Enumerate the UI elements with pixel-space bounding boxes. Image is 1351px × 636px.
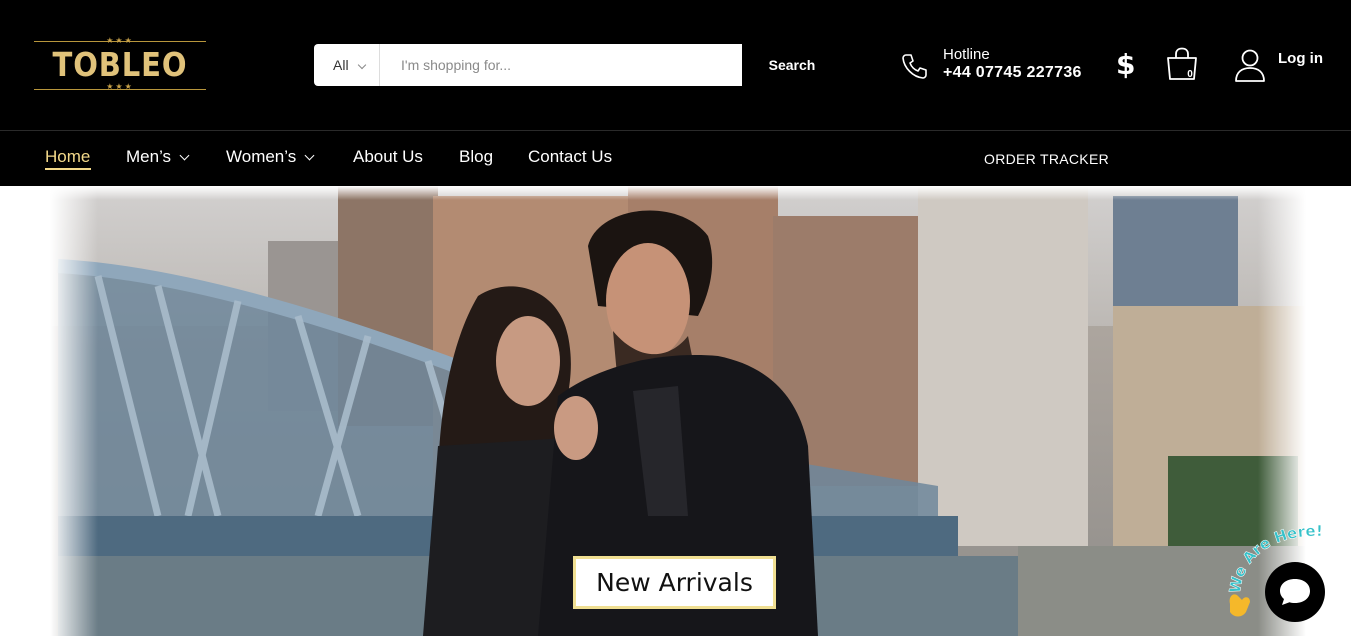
chat-bubble-icon bbox=[1280, 579, 1310, 605]
cart-count-badge: 0 bbox=[1187, 69, 1193, 80]
search-input[interactable] bbox=[380, 44, 742, 86]
search-category-label: All bbox=[333, 57, 349, 73]
nav-item-mens-label: Men’s bbox=[126, 147, 172, 166]
site-logo[interactable]: ★★★ TOBLEO ★★★ bbox=[34, 36, 206, 92]
logo-divider-bottom bbox=[34, 89, 206, 90]
logo-text: TOBLEO bbox=[52, 45, 188, 84]
chat-launcher-button[interactable] bbox=[1265, 562, 1325, 622]
nav-active-indicator bbox=[45, 168, 91, 170]
nav-item-mens[interactable]: Men’s bbox=[126, 147, 190, 167]
currency-switcher[interactable]: $ bbox=[1116, 48, 1135, 81]
hero-banner: New Arrivals We Are Here! bbox=[0, 186, 1351, 636]
nav-item-womens-label: Women’s bbox=[226, 147, 297, 166]
hero-fade-left bbox=[38, 186, 98, 636]
nav-item-about[interactable]: About Us bbox=[353, 147, 423, 167]
order-tracker-link[interactable]: ORDER TRACKER bbox=[984, 151, 1109, 167]
hero-fade-top bbox=[38, 186, 1318, 200]
new-arrivals-button[interactable]: New Arrivals bbox=[573, 556, 776, 609]
nav-item-womens[interactable]: Women’s bbox=[226, 147, 315, 167]
chevron-down-icon bbox=[304, 150, 315, 161]
search-button[interactable]: Search bbox=[742, 44, 842, 86]
nav-item-home[interactable]: Home bbox=[45, 147, 90, 167]
phone-icon bbox=[902, 54, 927, 79]
hotline-number[interactable]: +44 07745 227736 bbox=[943, 64, 1082, 82]
nav-item-contact[interactable]: Contact Us bbox=[528, 147, 612, 167]
user-icon[interactable] bbox=[1234, 48, 1266, 82]
waving-hand-icon bbox=[1229, 594, 1250, 617]
hotline-label: Hotline bbox=[943, 46, 990, 63]
login-link[interactable]: Log in bbox=[1278, 50, 1323, 67]
search-category-select[interactable]: All bbox=[314, 44, 380, 86]
chevron-down-icon bbox=[179, 150, 190, 161]
logo-stars-top: ★★★ bbox=[106, 36, 134, 45]
chevron-down-icon bbox=[357, 60, 367, 70]
main-navigation: Home Men’s Women’s About Us Blog Contact… bbox=[0, 130, 1351, 186]
nav-item-blog[interactable]: Blog bbox=[459, 147, 493, 167]
search-bar: All bbox=[314, 44, 742, 86]
site-header: ★★★ TOBLEO ★★★ All Search Hotline +44 07… bbox=[0, 0, 1351, 130]
